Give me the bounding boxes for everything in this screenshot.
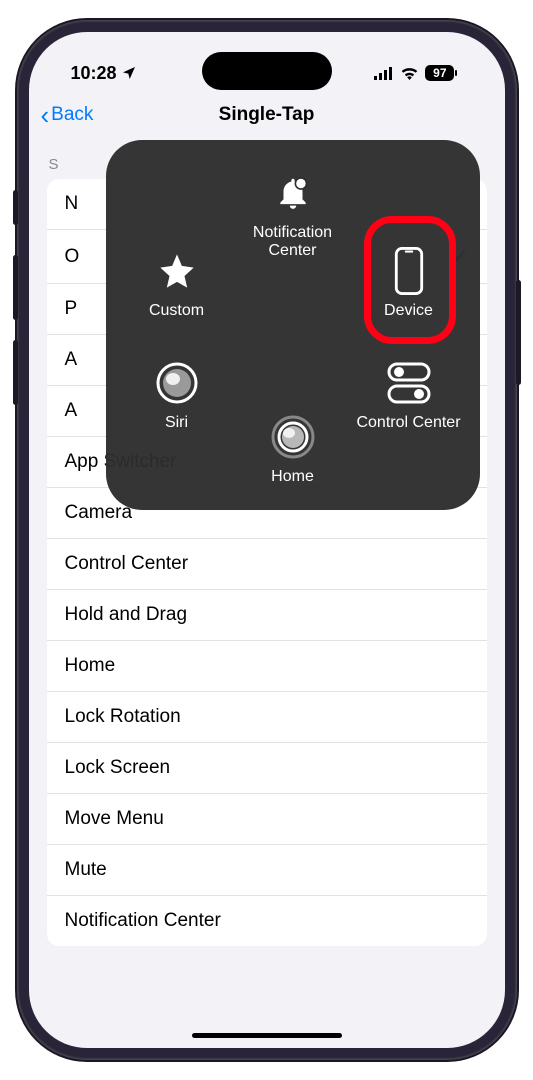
row-label: Home: [65, 655, 116, 677]
settings-row[interactable]: Control Center: [47, 539, 487, 590]
row-label: Lock Screen: [65, 757, 171, 779]
settings-row[interactable]: Mute: [47, 845, 487, 896]
row-label: Lock Rotation: [65, 706, 181, 728]
at-custom[interactable]: Custom: [122, 246, 232, 320]
row-label: Notification Center: [65, 910, 221, 932]
volume-down-button: [13, 340, 18, 405]
location-icon: [121, 65, 137, 81]
at-home[interactable]: Home: [238, 412, 348, 486]
volume-up-button: [13, 255, 18, 320]
dynamic-island: [202, 52, 332, 90]
at-label: Home: [271, 468, 314, 486]
at-notification-center[interactable]: Notification Center: [238, 168, 348, 260]
row-label: A: [65, 349, 78, 371]
home-indicator[interactable]: [192, 1033, 342, 1038]
power-button: [516, 280, 521, 385]
row-label: N: [65, 193, 79, 215]
device-icon: [394, 246, 424, 296]
at-label: Siri: [165, 414, 188, 432]
at-label: Custom: [149, 302, 204, 320]
at-label: Control Center: [356, 414, 460, 432]
siri-icon: [156, 358, 198, 408]
settings-row[interactable]: Lock Screen: [47, 743, 487, 794]
row-label: A: [65, 400, 78, 422]
settings-row[interactable]: Home: [47, 641, 487, 692]
chevron-left-icon: ‹: [41, 102, 50, 128]
side-button: [13, 190, 18, 225]
row-label: P: [65, 298, 78, 320]
cellular-icon: [374, 67, 394, 80]
at-control-center[interactable]: Control Center: [354, 358, 464, 432]
status-time: 10:28: [71, 63, 117, 84]
star-icon: [157, 246, 197, 296]
row-label: Camera: [65, 502, 133, 524]
phone-frame: 10:28 97 ‹ Bac: [17, 20, 517, 1060]
nav-header: ‹ Back Single-Tap: [29, 92, 505, 138]
home-button-icon: [270, 412, 316, 462]
at-siri[interactable]: Siri: [122, 358, 232, 432]
assistivetouch-menu: Notification Center Custom Device Siri: [106, 140, 480, 510]
settings-row[interactable]: Move Menu: [47, 794, 487, 845]
row-label: Mute: [65, 859, 107, 881]
battery-icon: 97: [425, 65, 470, 81]
settings-row[interactable]: Notification Center: [47, 896, 487, 946]
row-label: Move Menu: [65, 808, 164, 830]
settings-row[interactable]: Hold and Drag: [47, 590, 487, 641]
back-label: Back: [51, 104, 93, 126]
at-label: Notification Center: [238, 224, 348, 260]
control-center-icon: [387, 358, 431, 408]
wifi-icon: [400, 66, 419, 80]
row-label: O: [65, 246, 80, 268]
bell-icon: [274, 168, 312, 218]
settings-row[interactable]: Lock Rotation: [47, 692, 487, 743]
screen: 10:28 97 ‹ Bac: [29, 32, 505, 1048]
at-label: Device: [384, 302, 433, 320]
row-label: Control Center: [65, 553, 189, 575]
row-label: Hold and Drag: [65, 604, 188, 626]
page-title: Single-Tap: [219, 104, 315, 126]
back-button[interactable]: ‹ Back: [41, 102, 94, 128]
at-device[interactable]: Device: [354, 246, 464, 320]
